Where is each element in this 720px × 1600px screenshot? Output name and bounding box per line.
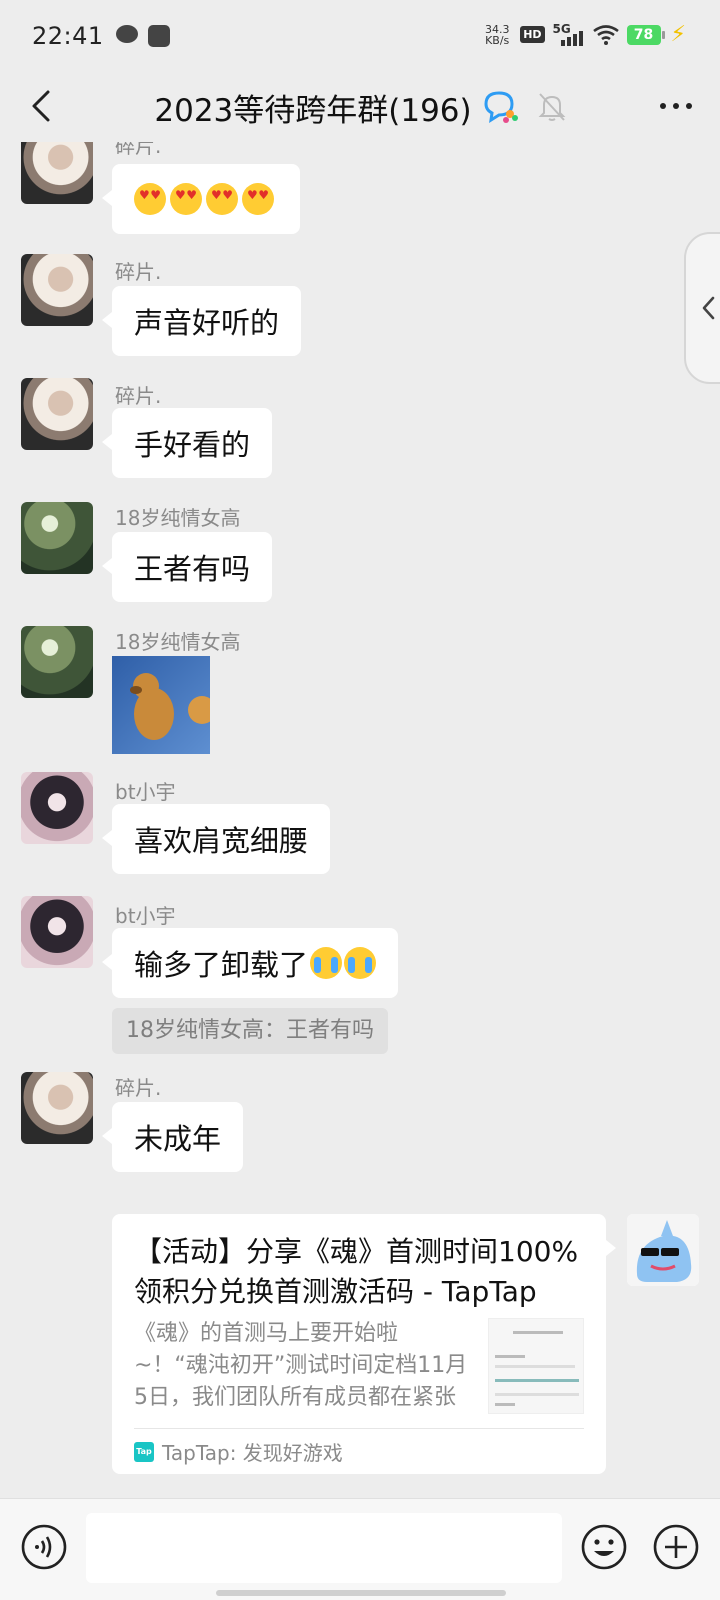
voice-input-button[interactable] — [20, 1523, 68, 1571]
link-description: 《魂》的首测马上要开始啦~！“魂沌初开”测试时间定档11月5日，我们团队所有成员… — [134, 1321, 468, 1410]
message-text: 喜欢肩宽细腰 — [134, 824, 309, 858]
emoji-button[interactable] — [580, 1523, 628, 1571]
status-indicators: 34.3 KB/s HD 5G 78 ⚡ — [482, 22, 686, 48]
sticker-image[interactable] — [112, 656, 210, 754]
avatar[interactable] — [21, 142, 93, 204]
heart-eyes-emoji-icon — [134, 183, 166, 215]
my-avatar[interactable] — [627, 1214, 699, 1286]
avatar[interactable] — [21, 378, 93, 450]
battery-level: 78 — [633, 26, 654, 43]
status-bar: 22:41 34.3 KB/s HD 5G 78 ⚡ — [0, 0, 720, 72]
back-button[interactable] — [22, 84, 66, 128]
hd-badge: HD — [520, 26, 545, 43]
wechat-notification-icon — [115, 25, 138, 43]
home-indicator[interactable] — [216, 1590, 506, 1596]
message-text: 声音好听的 — [134, 306, 280, 340]
sender-name: 碎片. — [115, 142, 162, 158]
message-bubble[interactable]: 输多了卸载了 — [101, 928, 399, 998]
status-time: 22:41 — [32, 22, 104, 50]
sender-name: 碎片. — [115, 1076, 162, 1100]
heart-eyes-emoji-icon — [206, 183, 238, 215]
message-text: 未成年 — [134, 1122, 222, 1156]
group-chat-icon[interactable] — [482, 90, 520, 124]
sender-name: 碎片. — [115, 384, 162, 408]
link-source: Tap TapTap: 发现好游戏 — [134, 1428, 584, 1474]
avatar[interactable] — [21, 772, 93, 844]
message-bubble[interactable]: 王者有吗 — [101, 532, 273, 602]
heart-eyes-emoji-icon — [170, 183, 202, 215]
more-options-button[interactable] — [656, 88, 696, 124]
message-bubble[interactable]: 喜欢肩宽细腰 — [101, 804, 331, 874]
chat-title[interactable]: 2023等待跨年群(196) — [154, 85, 471, 130]
wifi-icon — [592, 24, 619, 45]
avatar[interactable] — [21, 626, 93, 698]
taptap-logo-icon: Tap — [134, 1441, 154, 1462]
message-box-icon — [147, 25, 170, 47]
network-speed: 34.3 KB/s — [482, 24, 512, 46]
quoted-message[interactable]: 18岁纯情女高：王者有吗 — [112, 1008, 388, 1054]
sender-name: 18岁纯情女高 — [115, 630, 241, 654]
link-source-label: TapTap: 发现好游戏 — [162, 1441, 343, 1465]
charging-icon: ⚡ — [670, 22, 686, 47]
avatar[interactable] — [21, 1072, 93, 1144]
message-list[interactable]: 碎片. 碎片. 声音好听的 碎片. 手好看的 18岁纯情女高 王者有吗 18 — [0, 142, 720, 1498]
message-text: 输多了卸载了 — [134, 948, 309, 982]
avatar[interactable] — [21, 502, 93, 574]
network-speed-value: 34.3 — [484, 22, 510, 36]
link-thumbnail — [488, 1318, 584, 1414]
notification-icons — [115, 25, 170, 47]
side-panel-tab[interactable] — [684, 232, 720, 384]
sender-name: 18岁纯情女高 — [115, 506, 241, 530]
message-bubble[interactable]: 未成年 — [101, 1102, 244, 1172]
input-bar — [0, 1498, 720, 1600]
crying-emoji-icon — [344, 947, 377, 979]
message-bubble[interactable] — [102, 164, 300, 234]
battery-icon: 78 — [626, 24, 665, 45]
shark-avatar-icon — [627, 1214, 699, 1286]
message-input[interactable] — [86, 1513, 562, 1583]
cellular-signal-icon: 5G — [553, 22, 585, 46]
bear-sticker-icon — [130, 673, 210, 740]
more-functions-button[interactable] — [652, 1523, 700, 1571]
sender-name: bt小宇 — [115, 904, 176, 928]
shared-link-card[interactable]: 【活动】分享《魂》首测时间100%领积分兑换首测激活码 - TapTap 《魂》… — [112, 1214, 616, 1474]
sender-name: bt小宇 — [115, 780, 176, 804]
chevron-left-icon — [702, 296, 715, 320]
mute-bell-icon — [538, 93, 566, 121]
chat-header: 2023等待跨年群(196) — [0, 72, 720, 142]
avatar[interactable] — [21, 254, 93, 326]
avatar[interactable] — [21, 896, 93, 968]
sender-name: 碎片. — [115, 260, 162, 284]
crying-emoji-icon — [310, 947, 343, 979]
network-speed-unit: KB/s — [485, 33, 510, 47]
message-bubble[interactable]: 手好看的 — [101, 408, 273, 478]
link-title: 【活动】分享《魂》首测时间100%领积分兑换首测激活码 - TapTap — [134, 1235, 579, 1308]
message-text: 手好看的 — [134, 428, 251, 462]
message-text: 王者有吗 — [134, 552, 251, 586]
message-bubble[interactable]: 声音好听的 — [101, 286, 302, 356]
heart-eyes-emoji-icon — [242, 183, 274, 215]
